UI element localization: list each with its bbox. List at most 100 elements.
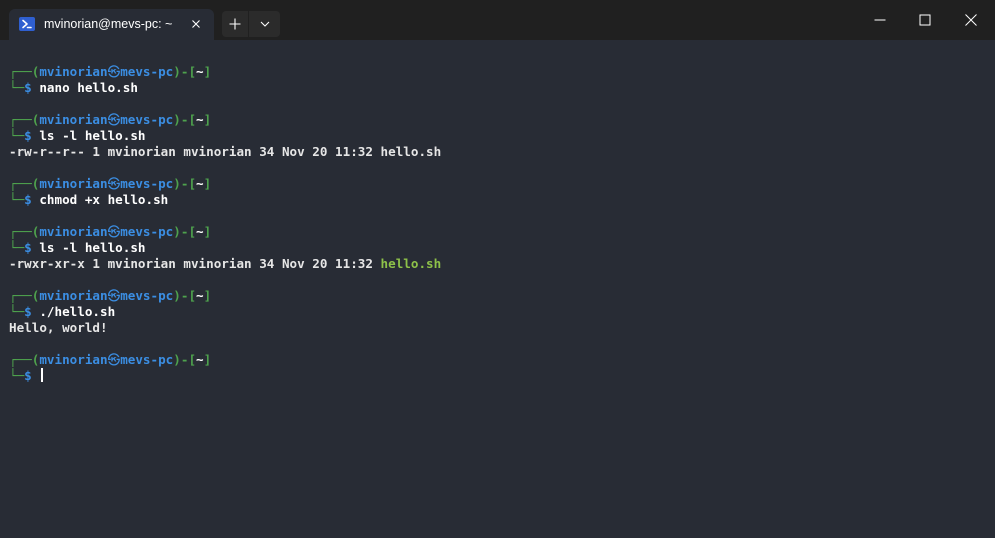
prompt-separator: -[ — [180, 352, 197, 367]
close-window-button[interactable] — [948, 0, 994, 40]
prompt-dollar: $ — [24, 304, 32, 319]
prompt-path: ~ — [196, 176, 204, 191]
prompt-path: ~ — [196, 112, 204, 127]
minimize-button[interactable] — [857, 0, 903, 40]
command-line: └─$ — [9, 368, 44, 384]
terminal-window: mvinorian@mevs-pc: ~ ┌──(mvinorian㉿mevs-… — [0, 0, 995, 538]
prompt-path: ~ — [196, 288, 204, 303]
output-text: -rw-r--r-- 1 mvinorian mvinorian 34 Nov … — [9, 144, 381, 159]
output-text: -rwxr-xr-x 1 mvinorian mvinorian 34 Nov … — [9, 256, 381, 271]
prompt-at-symbol: ㉿ — [107, 224, 121, 239]
prompt-host: mevs-pc — [120, 64, 174, 79]
prompt-dollar: $ — [24, 128, 32, 143]
prompt-host: mevs-pc — [120, 176, 174, 191]
prompt-frame-bottom: └─ — [9, 80, 25, 95]
prompt-user: mvinorian — [39, 288, 108, 303]
prompt-separator: -[ — [180, 176, 197, 191]
prompt-close-bracket: ] — [203, 64, 212, 79]
terminal-output[interactable]: ┌──(mvinorian㉿mevs-pc)-[~] └─$ nano hello… — [0, 40, 995, 538]
command-text: chmod +x hello.sh — [31, 192, 169, 207]
prompt-dollar: $ — [24, 192, 32, 207]
text-cursor — [41, 368, 44, 382]
tab-terminal[interactable]: mvinorian@mevs-pc: ~ — [9, 9, 214, 40]
prompt-frame-bottom: └─ — [9, 240, 25, 255]
tab-title: mvinorian@mevs-pc: ~ — [44, 17, 173, 31]
prompt-separator: -[ — [180, 224, 197, 239]
prompt-at-symbol: ㉿ — [107, 352, 121, 367]
prompt-close-paren: ) — [173, 352, 181, 367]
output-filename: hello.sh — [380, 144, 442, 159]
prompt-at-symbol: ㉿ — [107, 288, 121, 303]
powershell-icon — [19, 17, 35, 31]
scrollbar[interactable] — [989, 40, 995, 538]
output-line: -rw-r--r-- 1 mvinorian mvinorian 34 Nov … — [9, 144, 441, 160]
command-text — [32, 368, 40, 383]
command-line: └─$ ./hello.sh — [9, 304, 115, 320]
prompt-header: ┌──(mvinorian㉿mevs-pc)-[~] — [9, 352, 211, 368]
output-line: -rwxr-xr-x 1 mvinorian mvinorian 34 Nov … — [9, 256, 441, 272]
prompt-close-paren: ) — [173, 112, 181, 127]
prompt-frame-bottom: └─ — [9, 128, 25, 143]
prompt-dollar: $ — [24, 240, 32, 255]
prompt-frame-bottom: └─ — [9, 304, 25, 319]
prompt-separator: -[ — [180, 288, 197, 303]
prompt-user: mvinorian — [39, 224, 108, 239]
command-line: └─$ ls -l hello.sh — [9, 240, 146, 256]
prompt-frame-top: ┌── — [9, 64, 32, 79]
prompt-frame-bottom: └─ — [9, 192, 25, 207]
new-tab-button[interactable] — [222, 11, 248, 37]
prompt-frame-top: ┌── — [9, 112, 32, 127]
prompt-user: mvinorian — [39, 176, 108, 191]
prompt-separator: -[ — [180, 112, 197, 127]
prompt-close-bracket: ] — [203, 176, 212, 191]
title-bar: mvinorian@mevs-pc: ~ — [0, 0, 995, 40]
prompt-close-paren: ) — [173, 176, 181, 191]
prompt-frame-top: ┌── — [9, 352, 32, 367]
prompt-host: mevs-pc — [120, 112, 174, 127]
prompt-frame-bottom: └─ — [9, 368, 25, 383]
command-line: └─$ chmod +x hello.sh — [9, 192, 168, 208]
tab-dropdown-button[interactable] — [249, 11, 280, 37]
prompt-close-paren: ) — [173, 64, 181, 79]
prompt-at-symbol: ㉿ — [107, 64, 121, 79]
prompt-close-paren: ) — [173, 224, 181, 239]
command-text: ./hello.sh — [31, 304, 116, 319]
prompt-path: ~ — [196, 352, 204, 367]
output-filename: hello.sh — [380, 256, 442, 271]
prompt-host: mevs-pc — [120, 288, 174, 303]
prompt-user: mvinorian — [39, 64, 108, 79]
prompt-host: mevs-pc — [120, 224, 174, 239]
prompt-path: ~ — [196, 64, 204, 79]
prompt-path: ~ — [196, 224, 204, 239]
prompt-header: ┌──(mvinorian㉿mevs-pc)-[~] — [9, 224, 211, 240]
maximize-button[interactable] — [902, 0, 948, 40]
prompt-header: ┌──(mvinorian㉿mevs-pc)-[~] — [9, 64, 211, 80]
prompt-host: mevs-pc — [120, 352, 174, 367]
prompt-close-paren: ) — [173, 288, 181, 303]
output-line: Hello, world! — [9, 320, 108, 336]
prompt-close-bracket: ] — [203, 224, 212, 239]
prompt-header: ┌──(mvinorian㉿mevs-pc)-[~] — [9, 176, 211, 192]
prompt-frame-top: ┌── — [9, 288, 32, 303]
close-icon[interactable] — [189, 17, 203, 31]
command-line: └─$ nano hello.sh — [9, 80, 138, 96]
prompt-separator: -[ — [180, 64, 197, 79]
prompt-user: mvinorian — [39, 352, 108, 367]
prompt-header: ┌──(mvinorian㉿mevs-pc)-[~] — [9, 288, 211, 304]
prompt-dollar: $ — [24, 368, 32, 383]
prompt-close-bracket: ] — [203, 112, 212, 127]
prompt-dollar: $ — [24, 80, 32, 95]
output-text: Hello, world! — [9, 320, 108, 335]
command-line: └─$ ls -l hello.sh — [9, 128, 146, 144]
command-text: nano hello.sh — [31, 80, 138, 95]
prompt-at-symbol: ㉿ — [107, 112, 121, 127]
prompt-header: ┌──(mvinorian㉿mevs-pc)-[~] — [9, 112, 211, 128]
command-text: ls -l hello.sh — [31, 240, 146, 255]
prompt-at-symbol: ㉿ — [107, 176, 121, 191]
prompt-close-bracket: ] — [203, 288, 212, 303]
prompt-close-bracket: ] — [203, 352, 212, 367]
prompt-frame-top: ┌── — [9, 224, 32, 239]
prompt-user: mvinorian — [39, 112, 108, 127]
command-text: ls -l hello.sh — [31, 128, 146, 143]
prompt-frame-top: ┌── — [9, 176, 32, 191]
